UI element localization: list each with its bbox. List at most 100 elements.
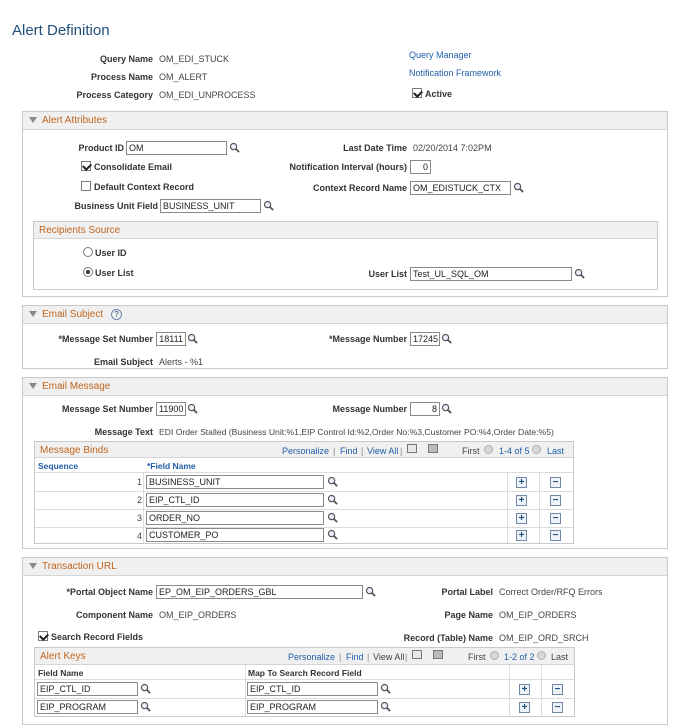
default-context-label: Default Context Record xyxy=(94,182,195,192)
user-list-radio[interactable] xyxy=(83,267,93,277)
download-icon[interactable] xyxy=(433,650,443,659)
keys-view-all-link[interactable]: View All xyxy=(373,652,404,662)
notification-interval-input[interactable]: 0 xyxy=(410,160,431,174)
search-icon[interactable] xyxy=(327,494,338,505)
collapse-arrow-icon[interactable] xyxy=(29,563,37,569)
search-icon[interactable] xyxy=(327,512,338,523)
recipients-source-title: Recipients Source xyxy=(39,225,121,236)
binds-view-all-link[interactable]: View All xyxy=(367,446,398,456)
delete-row-icon[interactable]: − xyxy=(550,477,561,488)
search-icon[interactable] xyxy=(365,586,376,597)
add-row-icon[interactable]: + xyxy=(519,702,530,713)
query-name-label: Query Name xyxy=(99,54,153,64)
search-icon[interactable] xyxy=(140,701,151,712)
keys-first-label[interactable]: First xyxy=(468,652,486,662)
binds-personalize-link[interactable]: Personalize xyxy=(282,446,329,456)
binds-find-link[interactable]: Find xyxy=(340,446,358,456)
next-icon[interactable] xyxy=(532,445,541,454)
prev-icon[interactable] xyxy=(484,445,493,454)
table-row: 3 ORDER_NO + − xyxy=(35,510,573,527)
email-subject-header[interactable]: Email Subject ? xyxy=(23,306,667,324)
email-message-header[interactable]: Email Message xyxy=(23,378,667,396)
transaction-url-title: Transaction URL xyxy=(42,561,117,572)
add-row-icon[interactable]: + xyxy=(516,477,527,488)
row-sequence: 3 xyxy=(136,513,142,523)
collapse-arrow-icon[interactable] xyxy=(29,383,37,389)
key-map-input[interactable]: EIP_CTL_ID xyxy=(247,682,378,696)
collapse-arrow-icon[interactable] xyxy=(29,117,37,123)
key-field-input[interactable]: EIP_CTL_ID xyxy=(37,682,138,696)
table-row: 1 BUSINESS_UNIT + − xyxy=(35,474,573,491)
context-record-input[interactable]: OM_EDISTUCK_CTX xyxy=(410,181,511,195)
search-icon[interactable] xyxy=(327,476,338,487)
zoom-icon[interactable] xyxy=(412,650,422,659)
search-icon[interactable] xyxy=(441,403,452,414)
zoom-icon[interactable] xyxy=(407,444,417,453)
user-id-radio[interactable] xyxy=(83,247,93,257)
active-checkbox[interactable] xyxy=(412,88,422,98)
email-subject-label: Email Subject xyxy=(93,357,153,367)
search-icon[interactable] xyxy=(187,403,198,414)
search-icon[interactable] xyxy=(513,182,524,193)
next-icon[interactable] xyxy=(537,651,546,660)
query-name-value: OM_EDI_STUCK xyxy=(159,54,230,64)
binds-last-link[interactable]: Last xyxy=(547,446,564,456)
add-row-icon[interactable]: + xyxy=(516,513,527,524)
keys-separator: | xyxy=(339,652,342,662)
col-field-name[interactable]: *Field Name xyxy=(147,461,196,471)
col-field-name[interactable]: Field Name xyxy=(38,668,83,678)
user-id-radio-label: User ID xyxy=(95,248,127,258)
portal-object-input[interactable]: EP_OM_EIP_ORDERS_GBL xyxy=(156,585,363,599)
alert-attributes-header[interactable]: Alert Attributes xyxy=(23,112,667,130)
search-icon[interactable] xyxy=(229,142,240,153)
transaction-url-header[interactable]: Transaction URL xyxy=(23,558,667,576)
query-manager-link[interactable]: Query Manager xyxy=(409,50,472,60)
delete-row-icon[interactable]: − xyxy=(550,495,561,506)
keys-personalize-link[interactable]: Personalize xyxy=(288,652,335,662)
add-row-icon[interactable]: + xyxy=(516,495,527,506)
download-icon[interactable] xyxy=(428,444,438,453)
search-record-fields-checkbox[interactable] xyxy=(38,631,48,641)
add-row-icon[interactable]: + xyxy=(516,530,527,541)
search-icon[interactable] xyxy=(380,701,391,712)
search-icon[interactable] xyxy=(441,333,452,344)
col-map-field[interactable]: Map To Search Record Field xyxy=(248,668,362,678)
subject-msg-set-input[interactable]: 18111 xyxy=(156,332,186,346)
default-context-checkbox[interactable] xyxy=(81,181,91,191)
add-row-icon[interactable]: + xyxy=(519,684,530,695)
message-msg-set-input[interactable]: 11900 xyxy=(156,402,186,416)
message-msg-num-input[interactable]: 8 xyxy=(410,402,440,416)
record-table-value: OM_EIP_ORD_SRCH xyxy=(499,633,589,643)
keys-find-link[interactable]: Find xyxy=(346,652,364,662)
search-icon[interactable] xyxy=(187,333,198,344)
product-id-input[interactable]: OM xyxy=(126,141,227,155)
prev-icon[interactable] xyxy=(490,651,499,660)
search-icon[interactable] xyxy=(263,200,274,211)
user-list-input[interactable]: Test_UL_SQL_OM xyxy=(410,267,572,281)
row-field-input[interactable]: BUSINESS_UNIT xyxy=(146,475,324,489)
row-sequence: 4 xyxy=(136,531,142,541)
key-field-input[interactable]: EIP_PROGRAM xyxy=(37,700,138,714)
consolidate-email-checkbox[interactable] xyxy=(81,161,91,171)
notification-framework-link[interactable]: Notification Framework xyxy=(409,68,501,78)
delete-row-icon[interactable]: − xyxy=(552,684,563,695)
help-icon[interactable]: ? xyxy=(111,309,122,320)
row-field-input[interactable]: CUSTOMER_PO xyxy=(146,528,324,542)
row-field-input[interactable]: ORDER_NO xyxy=(146,511,324,525)
binds-first-label[interactable]: First xyxy=(462,446,480,456)
collapse-arrow-icon[interactable] xyxy=(29,311,37,317)
search-icon[interactable] xyxy=(140,683,151,694)
keys-last-label[interactable]: Last xyxy=(551,652,568,662)
subject-msg-num-input[interactable]: 17245 xyxy=(410,332,440,346)
search-icon[interactable] xyxy=(574,268,585,279)
col-sequence[interactable]: Sequence xyxy=(38,461,78,471)
search-icon[interactable] xyxy=(380,683,391,694)
key-map-input[interactable]: EIP_PROGRAM xyxy=(247,700,378,714)
bu-field-input[interactable]: BUSINESS_UNIT xyxy=(160,199,261,213)
row-field-input[interactable]: EIP_CTL_ID xyxy=(146,493,324,507)
delete-row-icon[interactable]: − xyxy=(550,513,561,524)
keys-separator: | xyxy=(405,652,408,662)
delete-row-icon[interactable]: − xyxy=(550,530,561,541)
search-icon[interactable] xyxy=(327,529,338,540)
delete-row-icon[interactable]: − xyxy=(552,702,563,713)
